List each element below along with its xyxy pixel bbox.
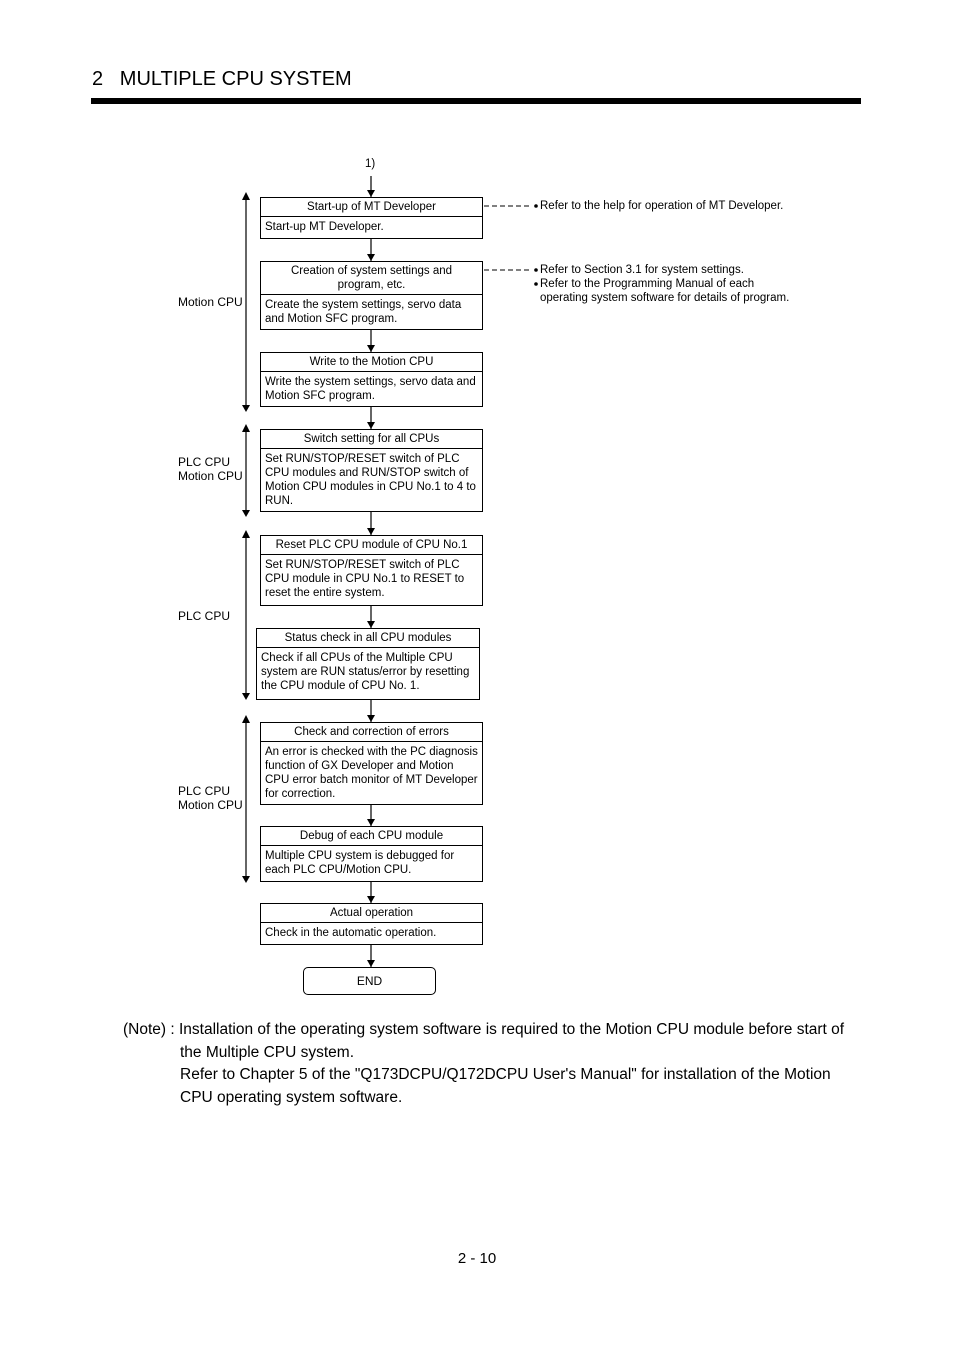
step-body: Set RUN/STOP/RESET switch of PLC CPU mod… <box>265 453 476 507</box>
reference-note-system-settings: Refer to Section 3.1 for system settings… <box>540 263 789 305</box>
step-title: Actual operation <box>261 904 482 923</box>
step-check-correction-errors: Check and correction of errors An error … <box>260 722 483 805</box>
step-body: An error is checked with the PC diagnosi… <box>265 746 478 800</box>
phase-label-line: Motion CPU <box>178 798 243 812</box>
step-title: Write to the Motion CPU <box>261 353 482 372</box>
step-title: Debug of each CPU module <box>261 827 482 846</box>
reference-note-mt-developer: Refer to the help for operation of MT De… <box>540 200 784 212</box>
step-body: Write the system settings, servo data an… <box>265 376 476 402</box>
note-prefix: (Note) : <box>123 1021 179 1038</box>
page-number: 2 - 10 <box>457 1250 497 1267</box>
note-line: (Note) : Installation of the operating s… <box>123 1019 883 1042</box>
step-reset-plc-cpu: Reset PLC CPU module of CPU No.1 Set RUN… <box>260 535 483 606</box>
reference-item: Refer to the Programming Manual of each <box>540 278 755 290</box>
step-title: Check and correction of errors <box>261 723 482 742</box>
note-text-line4: CPU operating system software. <box>180 1088 403 1106</box>
step-body: Check if all CPUs of the Multiple CPU sy… <box>261 652 470 692</box>
step-body: Check in the automatic operation. <box>265 927 437 939</box>
phase-label-line: Motion CPU <box>178 469 243 483</box>
step-body: Set RUN/STOP/RESET switch of PLC CPU mod… <box>265 559 465 599</box>
step-title: Status check in all CPU modules <box>257 629 479 648</box>
reference-item: Refer to Section 3.1 for system settings… <box>540 264 744 276</box>
phase-label-line: PLC CPU <box>178 455 231 469</box>
phase-label-motion-cpu: Motion CPU <box>178 295 243 309</box>
phase-label-plc-motion-cpu-2: PLC CPU Motion CPU <box>178 784 243 812</box>
step-debug-cpu-module: Debug of each CPU module Multiple CPU sy… <box>260 826 483 882</box>
step-switch-setting: Switch setting for all CPUs Set RUN/STOP… <box>260 429 483 512</box>
step-title: Reset PLC CPU module of CPU No.1 <box>261 536 482 555</box>
phase-label-plc-cpu: PLC CPU <box>178 609 230 623</box>
phase-label-plc-motion-cpu: PLC CPU Motion CPU <box>178 455 243 483</box>
step-title: Creation of system settings and program,… <box>261 262 482 295</box>
phase-label-line: Motion CPU <box>178 295 243 309</box>
start-connector-label: 1) <box>365 158 376 170</box>
step-body: Multiple CPU system is debugged for each… <box>265 850 455 876</box>
step-actual-operation: Actual operation Check in the automatic … <box>260 903 483 945</box>
step-write-motion-cpu: Write to the Motion CPU Write the system… <box>260 352 483 407</box>
step-startup-mt-developer: Start-up of MT Developer Start-up MT Dev… <box>260 197 483 239</box>
note-text-line1: Installation of the operating system sof… <box>178 1021 845 1038</box>
reference-item: operating system software for details of… <box>540 292 790 304</box>
step-creation-settings: Creation of system settings and program,… <box>260 261 483 330</box>
step-title: Switch setting for all CPUs <box>261 430 482 449</box>
note-text-line2: the Multiple CPU system. <box>180 1043 354 1061</box>
step-body: Create the system settings, servo data a… <box>265 299 462 325</box>
note-text-line3: Refer to Chapter 5 of the "Q173DCPU/Q172… <box>180 1066 831 1083</box>
step-title: Start-up of MT Developer <box>261 198 482 217</box>
phase-label-line: PLC CPU <box>178 784 231 798</box>
step-status-check: Status check in all CPU modules Check if… <box>256 628 480 700</box>
end-terminator: END <box>303 967 436 995</box>
phase-label-line: PLC CPU <box>178 609 231 623</box>
note-block: (Note) : Installation of the operating s… <box>123 1019 883 1109</box>
step-body: Start-up MT Developer. <box>265 221 384 233</box>
